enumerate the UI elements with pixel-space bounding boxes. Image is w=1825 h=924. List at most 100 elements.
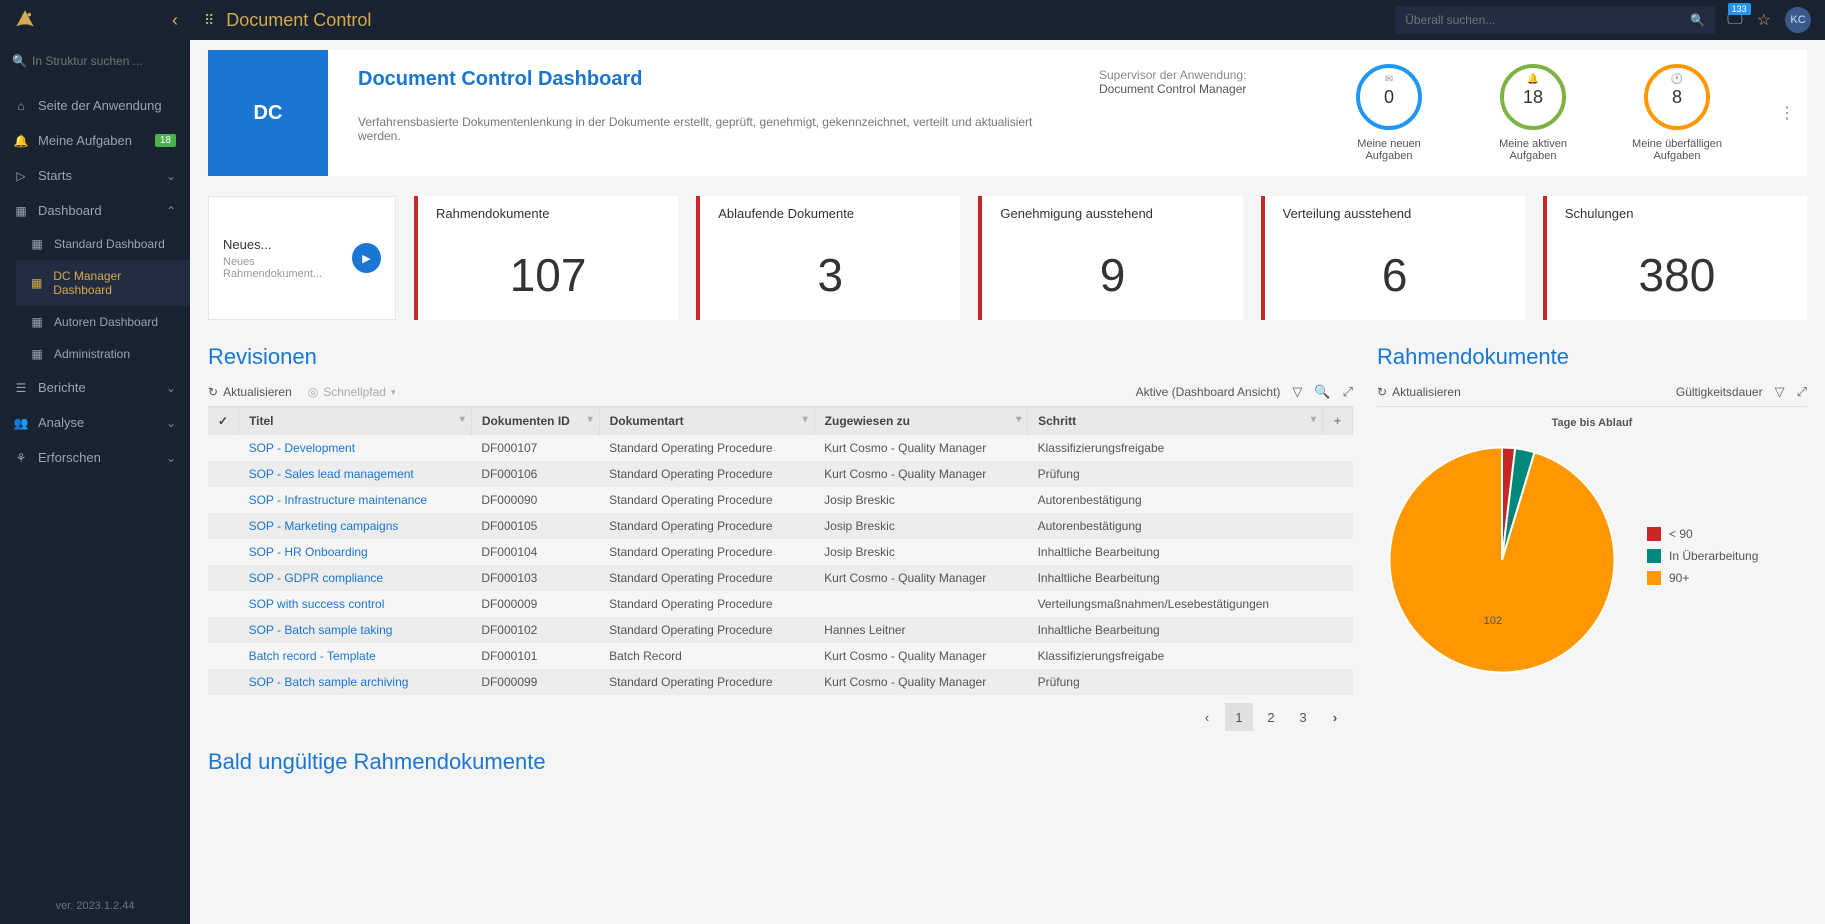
ring-overdue-tasks[interactable]: 🕐8 Meine überfälligen Aufgaben <box>1627 64 1727 162</box>
swatch-icon <box>1647 571 1661 585</box>
col-doctype[interactable]: Dokumentart▾ <box>599 407 814 435</box>
refresh-button[interactable]: ↻Aktualisieren <box>1377 385 1461 399</box>
col-title[interactable]: Titel▾ <box>239 407 472 435</box>
row-title[interactable]: SOP - GDPR compliance <box>239 565 472 591</box>
row-title[interactable]: SOP - Infrastructure maintenance <box>239 487 472 513</box>
global-search-input[interactable] <box>1405 13 1690 27</box>
table-row[interactable]: SOP - Batch sample archivingDF000099Stan… <box>208 669 1353 695</box>
page-title: Document Control <box>226 10 1383 31</box>
row-title[interactable]: SOP - Marketing campaigns <box>239 513 472 539</box>
new-document-tile[interactable]: Neues... Neues Rahmendokument... ▶ <box>208 196 396 320</box>
filter-icon[interactable]: ▽ <box>1775 384 1785 400</box>
target-icon: ◎ <box>308 385 318 399</box>
row-title[interactable]: SOP - Development <box>239 435 472 461</box>
notifications-button[interactable]: 🖵 133 <box>1727 11 1742 29</box>
table-row[interactable]: SOP - Batch sample takingDF000102Standar… <box>208 617 1353 643</box>
nav-starts[interactable]: ▷Starts ⌄ <box>0 158 190 193</box>
ring-value: 18 <box>1523 87 1543 108</box>
search-icon[interactable]: 🔍 <box>1314 384 1330 400</box>
ring-new-tasks[interactable]: ✉0 Meine neuen Aufgaben <box>1339 64 1439 162</box>
chevron-up-icon: ⌃ <box>166 204 176 218</box>
refresh-button[interactable]: ↻Aktualisieren <box>208 385 292 399</box>
stat-tile[interactable]: Genehmigung ausstehend9 <box>978 196 1242 320</box>
page-prev[interactable]: ‹ <box>1193 703 1221 731</box>
col-assigned[interactable]: Zugewiesen zu▾ <box>814 407 1027 435</box>
table-row[interactable]: SOP with success controlDF000009Standard… <box>208 591 1353 617</box>
validity-label: Gültigkeitsdauer <box>1676 385 1763 399</box>
table-row[interactable]: SOP - Infrastructure maintenanceDF000090… <box>208 487 1353 513</box>
page-number[interactable]: 3 <box>1289 703 1317 731</box>
row-step: Prüfung <box>1028 669 1323 695</box>
row-id: DF000105 <box>471 513 599 539</box>
filter-icon[interactable]: ▽ <box>1292 384 1302 400</box>
nav-administration[interactable]: ▦Administration <box>16 338 190 370</box>
sort-icon: ▾ <box>588 414 593 425</box>
dashboard-icon: ▦ <box>30 315 44 329</box>
search-icon[interactable]: 🔍 <box>1690 13 1705 27</box>
stat-value: 380 <box>1565 248 1789 302</box>
row-type: Standard Operating Procedure <box>599 591 814 617</box>
ring-active-tasks[interactable]: 🔔18 Meine aktiven Aufgaben <box>1483 64 1583 162</box>
stat-tile[interactable]: Rahmendokumente107 <box>414 196 678 320</box>
nav-label: Starts <box>38 168 72 183</box>
nav-my-tasks[interactable]: 🔔Meine Aufgaben 18 <box>0 123 190 158</box>
stat-tile[interactable]: Verteilung ausstehend6 <box>1261 196 1525 320</box>
page-number[interactable]: 2 <box>1257 703 1285 731</box>
dashboard-title: Document Control Dashboard <box>358 68 1059 91</box>
stat-tile[interactable]: Schulungen380 <box>1543 196 1807 320</box>
table-row[interactable]: SOP - Sales lead managementDF000106Stand… <box>208 461 1353 487</box>
legend-gt90[interactable]: 90+ <box>1647 571 1758 585</box>
play-button[interactable]: ▶ <box>352 243 381 273</box>
expand-icon[interactable]: ⤢ <box>1797 384 1807 400</box>
row-assigned: Kurt Cosmo - Quality Manager <box>814 461 1027 487</box>
select-all-checkbox[interactable]: ✓ <box>208 407 239 435</box>
row-title[interactable]: Batch record - Template <box>239 643 472 669</box>
table-row[interactable]: Batch record - TemplateDF000101Batch Rec… <box>208 643 1353 669</box>
table-row[interactable]: SOP - DevelopmentDF000107Standard Operat… <box>208 435 1353 461</box>
row-title[interactable]: SOP - Sales lead management <box>239 461 472 487</box>
global-search[interactable]: 🔍 <box>1395 6 1715 34</box>
row-type: Standard Operating Procedure <box>599 539 814 565</box>
stat-label: Rahmendokumente <box>436 206 660 242</box>
row-title[interactable]: SOP - Batch sample taking <box>239 617 472 643</box>
legend-revision[interactable]: In Überarbeitung <box>1647 549 1758 563</box>
row-title[interactable]: SOP - Batch sample archiving <box>239 669 472 695</box>
structure-search-input[interactable] <box>12 48 178 74</box>
col-docid[interactable]: Dokumenten ID▾ <box>471 407 599 435</box>
legend-lt90[interactable]: < 90 <box>1647 527 1758 541</box>
row-step: Verteilungsmaßnahmen/Lesebestätigungen <box>1028 591 1323 617</box>
expand-icon[interactable]: ⤢ <box>1343 384 1353 400</box>
nav-authors-dashboard[interactable]: ▦Autoren Dashboard <box>16 306 190 338</box>
chevron-down-icon: ⌄ <box>166 169 176 183</box>
stat-label: Genehmigung ausstehend <box>1000 206 1224 242</box>
row-title[interactable]: SOP - HR Onboarding <box>239 539 472 565</box>
table-row[interactable]: SOP - Marketing campaignsDF000105Standar… <box>208 513 1353 539</box>
nav-manager-dashboard[interactable]: ▦DC Manager Dashboard <box>16 260 190 306</box>
nav-home[interactable]: ⌂Seite der Anwendung <box>0 88 190 123</box>
table-row[interactable]: SOP - HR OnboardingDF000104Standard Oper… <box>208 539 1353 565</box>
nav-standard-dashboard[interactable]: ▦Standard Dashboard <box>16 228 190 260</box>
stat-tile[interactable]: Ablaufende Dokumente3 <box>696 196 960 320</box>
quickpath-button[interactable]: ◎Schnellpfad▾ <box>308 385 396 399</box>
user-avatar[interactable]: KC <box>1785 7 1811 33</box>
col-step[interactable]: Schritt▾ <box>1028 407 1323 435</box>
add-column-button[interactable]: + <box>1323 407 1353 435</box>
app-tile: DC <box>208 50 328 176</box>
bell-icon: 🔔 <box>14 134 28 148</box>
app-grid-icon[interactable]: ⠿ <box>204 12 214 29</box>
nav-analysis[interactable]: 👥Analyse ⌄ <box>0 405 190 440</box>
row-id: DF000104 <box>471 539 599 565</box>
header-menu-button[interactable]: ⋮ <box>1767 50 1807 176</box>
chevron-down-icon: ⌄ <box>166 381 176 395</box>
nav-label: Seite der Anwendung <box>38 98 162 113</box>
nav-label: Berichte <box>38 380 86 395</box>
nav-dashboard[interactable]: ▦Dashboard ⌃ <box>0 193 190 228</box>
row-title[interactable]: SOP with success control <box>239 591 472 617</box>
sidebar-collapse-button[interactable]: ‹ <box>172 10 178 31</box>
star-icon[interactable]: ☆ <box>1757 10 1771 30</box>
page-next[interactable]: › <box>1321 703 1349 731</box>
page-number[interactable]: 1 <box>1225 703 1253 731</box>
nav-explore[interactable]: ⚘Erforschen ⌄ <box>0 440 190 475</box>
table-row[interactable]: SOP - GDPR complianceDF000103Standard Op… <box>208 565 1353 591</box>
nav-reports[interactable]: ☰Berichte ⌄ <box>0 370 190 405</box>
